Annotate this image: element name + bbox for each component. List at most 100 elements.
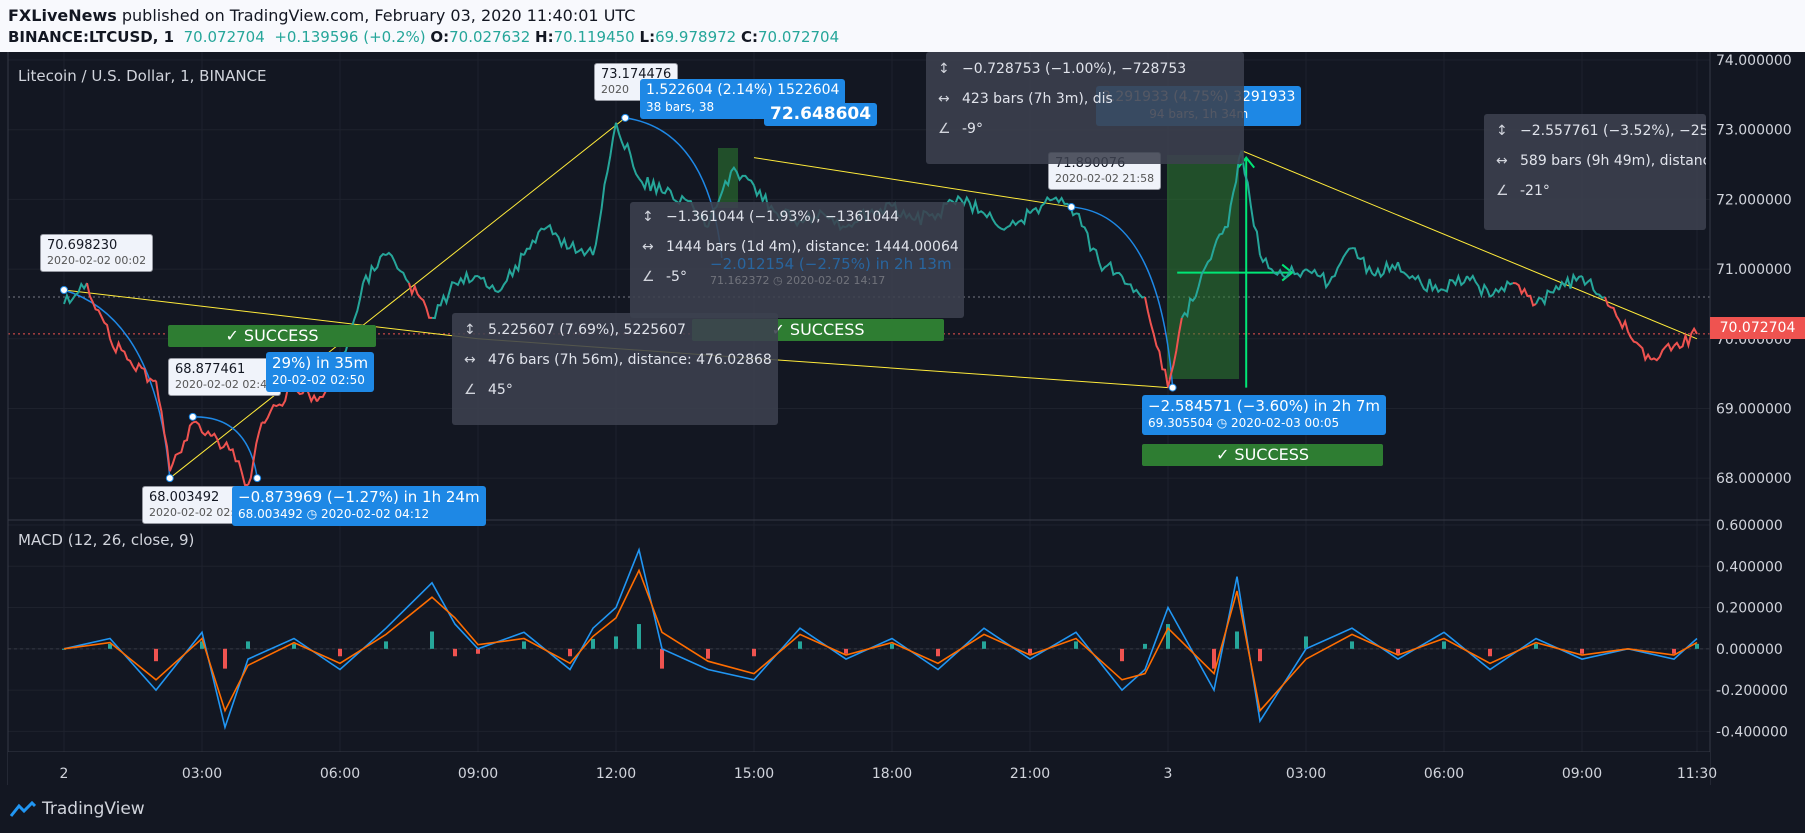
price-segment (1558, 272, 1583, 291)
long-position-zone-small (718, 148, 738, 208)
macd-histogram-bar (982, 641, 986, 649)
publisher-name[interactable]: FXLiveNews (8, 6, 117, 25)
time-tick: 09:00 (1562, 766, 1602, 782)
h-label: H: (535, 28, 554, 46)
price-label-4[interactable]: 72.648604 (764, 103, 878, 126)
point-label-3[interactable]: 68.003492 2020-02-02 02: (142, 486, 242, 524)
time-tick: 3 (1164, 766, 1173, 782)
measure-text: −2.557761 (−3.52%), −2557 (1520, 123, 1706, 139)
price-axis-bg (1710, 52, 1805, 785)
measure-text: -5° (666, 269, 687, 285)
macd-histogram-bar (292, 643, 296, 649)
symbol-name: BINANCE:LTCUSD, 1 (8, 28, 175, 46)
price-segment (1535, 284, 1560, 307)
macd-histogram-bar (1672, 648, 1676, 654)
price-segment (1650, 342, 1675, 362)
angle-icon: ∠ (642, 269, 655, 285)
range-sub: 68.003492 ◷ 2020-02-02 04:12 (238, 507, 430, 521)
macd-histogram-bar (614, 636, 618, 649)
tradingview-brand[interactable]: TradingView (10, 799, 145, 819)
price-segment (362, 252, 387, 287)
success-badge-3: ✓ SUCCESS (1142, 444, 1383, 466)
measure-row-price: ↕ 5.225607 (7.69%), 5225607 (452, 315, 778, 345)
price-segment (1351, 247, 1376, 277)
price-tick: 69.000000 (1716, 401, 1792, 417)
anchor-dot (253, 474, 262, 483)
change-value: +0.139596 (+0.2%) (274, 28, 426, 46)
measure-text: -21° (1520, 183, 1550, 199)
price-segment (1627, 331, 1652, 363)
range-sub: 20-02-02 02:50 (272, 373, 365, 387)
anchor-dot (165, 474, 174, 483)
macd-histogram-bar (1534, 643, 1538, 649)
macd-histogram-bar (430, 631, 434, 649)
arc-line (63, 289, 171, 479)
measure-row-price: ↕ −0.728753 (−1.00%), −728753 (926, 54, 1244, 84)
point-date: 2020-02-02 00:02 (47, 254, 147, 267)
measure-text: 423 bars (7h 3m), dis (962, 91, 1113, 107)
o-label: O: (430, 28, 450, 46)
price-segment (500, 252, 525, 291)
measure-text: −1.361044 (−1.93%), −1361044 (666, 209, 900, 225)
price-segment (960, 195, 985, 216)
angle-icon: ∠ (938, 121, 951, 137)
point-label-1[interactable]: 70.698230 2020-02-02 00:02 (40, 234, 154, 272)
macd-histogram-bar (568, 648, 572, 657)
measure-box-1[interactable]: ↕ 5.225607 (7.69%), 5225607 ↔ 476 bars (7h… (452, 313, 778, 425)
price-segment (477, 275, 502, 294)
range-label-1[interactable]: −0.873969 (−1.27%) in 1h 24m 68.003492 ◷ … (232, 486, 486, 526)
price-tick: 71.000000 (1716, 262, 1792, 278)
vertical-measure-icon: ↕ (642, 209, 654, 225)
macd-line (63, 547, 1698, 731)
measure-box-4[interactable]: ↕ −2.557761 (−3.52%), −2557 ↔ 589 bars (9h… (1484, 114, 1706, 230)
measure-box-3[interactable]: ↕ −0.728753 (−1.00%), −728753 ↔ 423 bars (… (926, 52, 1244, 164)
measure-text: -9° (962, 121, 983, 137)
macd-histogram-bar (752, 648, 756, 657)
price-segment (592, 122, 617, 256)
macd-histogram-bar (1143, 643, 1147, 649)
point-date: 2020-02-02 02: (149, 506, 235, 519)
range-sub: 69.305504 ◷ 2020-02-03 00:05 (1148, 416, 1340, 430)
last-price-tag: 70.072704 (1710, 317, 1805, 339)
price-segment (1240, 150, 1261, 256)
point-date: 2020-02-02 21:58 (1055, 172, 1155, 185)
grid-lines (8, 52, 1710, 752)
macd-histogram-bar (660, 648, 664, 669)
point-label-2[interactable]: 68.877461 2020-02-02 02:48 (168, 358, 282, 396)
anchor-dot (188, 412, 197, 421)
macd-tick: 0.600000 (1716, 518, 1783, 534)
time-tick: 06:00 (320, 766, 360, 782)
horizontal-measure-icon: ↔ (938, 91, 950, 107)
macd-histogram-bar (706, 648, 710, 659)
range-label-6[interactable]: −2.584571 (−3.60%) in 2h 7m 69.305504 ◷ 2… (1142, 395, 1387, 435)
macd-histogram-bar (936, 648, 940, 657)
time-tick: 11:30 (1677, 766, 1717, 782)
time-tick: 12:00 (596, 766, 636, 782)
angle-icon: ∠ (464, 382, 477, 398)
point-value: 68.003492 (149, 490, 220, 505)
price-segment (983, 210, 1008, 231)
measure-text: 1444 bars (1d 4m), distance: 1444.00064 (666, 239, 959, 255)
price-segment (1397, 261, 1422, 284)
macd-histogram-bar (844, 648, 848, 654)
o-value: 70.027632 (449, 28, 531, 46)
measure-row-bars: ↔ 589 bars (9h 49m), distanc (1484, 146, 1706, 176)
measure-text: 476 bars (7h 56m), distance: 476.02868 (488, 352, 772, 368)
footer-bar: TradingView (0, 785, 1805, 833)
price-segment (523, 226, 548, 256)
published-text: published on TradingView.com, February 0… (116, 6, 636, 25)
measure-box-2[interactable]: ↕ −1.361044 (−1.93%), −1361044 ↔ 1444 bars… (630, 202, 964, 318)
price-segment (1581, 275, 1606, 299)
range-label-2[interactable]: 29%) in 35m 20-02-02 02:50 (266, 352, 375, 392)
macd-histogram-bar (591, 638, 595, 649)
macd-tick: 0.200000 (1716, 601, 1783, 617)
macd-tick: -0.200000 (1716, 683, 1788, 699)
price-segment (1075, 212, 1100, 263)
macd-histogram-bar (1258, 648, 1262, 662)
time-tick: 03:00 (1286, 766, 1326, 782)
macd-histogram-bar (1695, 643, 1699, 649)
c-label: C: (740, 28, 758, 46)
tradingview-logo-icon (10, 801, 36, 817)
horizontal-measure-icon: ↔ (642, 239, 654, 255)
macd-histogram-bar (453, 648, 457, 657)
